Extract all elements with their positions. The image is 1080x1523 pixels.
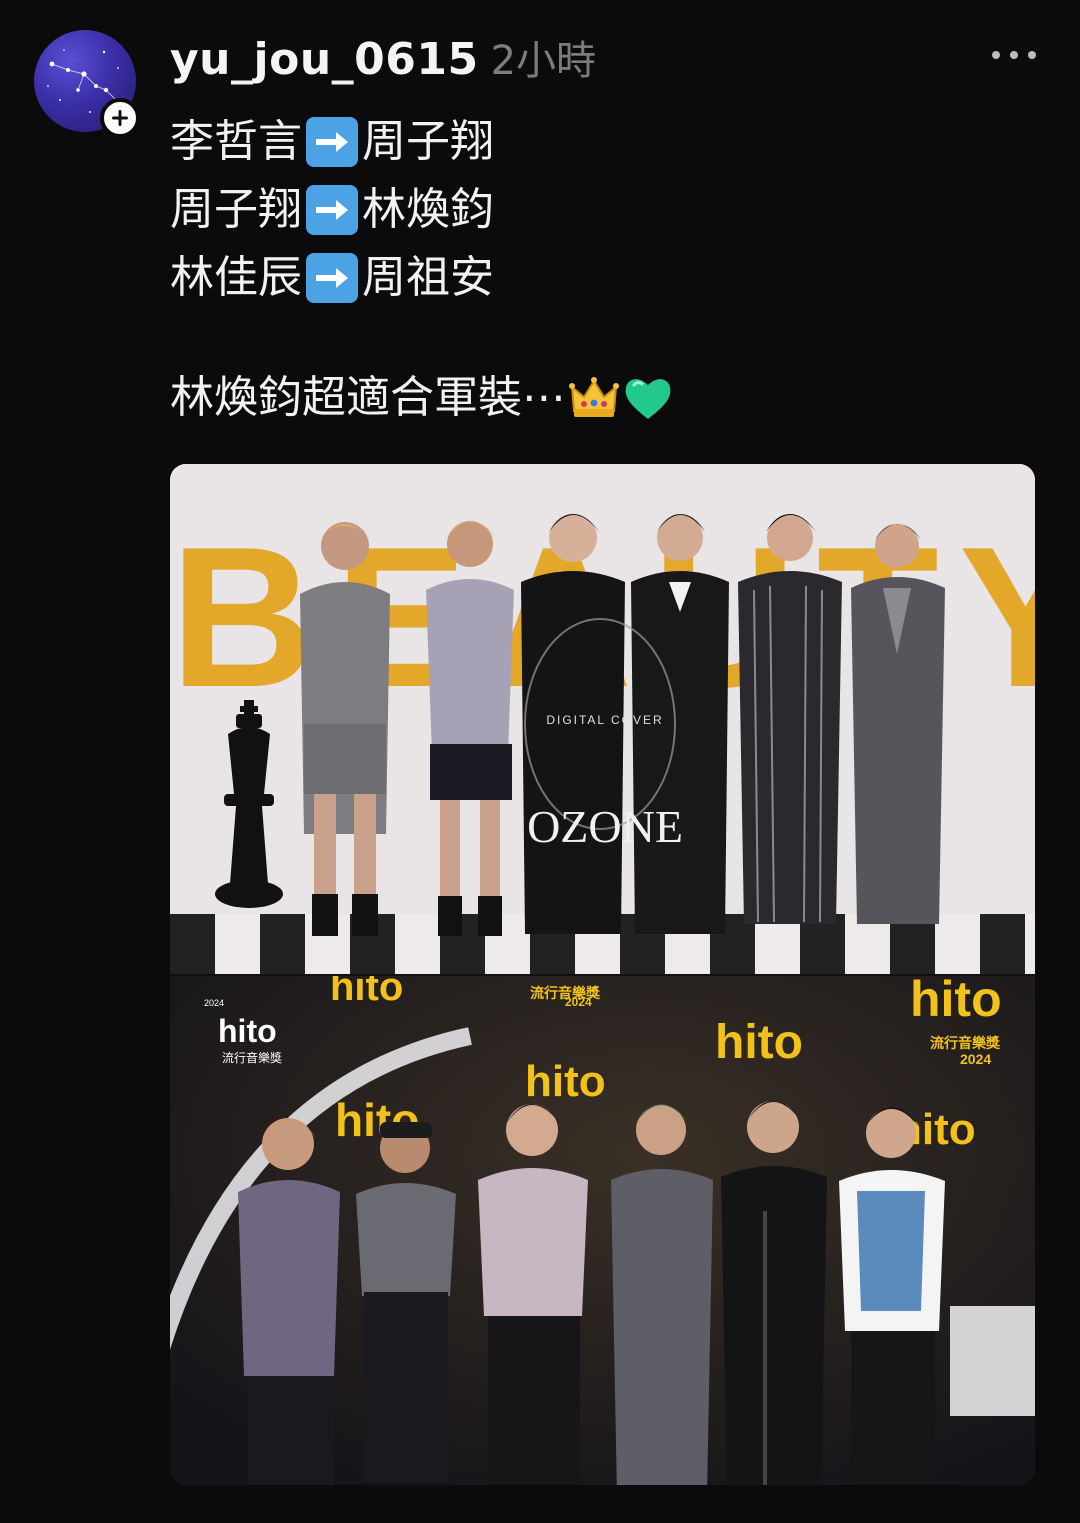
threads-post: yu_jou_0615 2小時 李哲言 周子翔 周子翔 林煥鈞 林佳辰 周祖安 … bbox=[0, 0, 1080, 1523]
post-timestamp: 2小時 bbox=[490, 38, 597, 84]
rename-line: 周子翔 林煥鈞 bbox=[170, 176, 674, 244]
dot-icon bbox=[1028, 51, 1036, 59]
post-text: 李哲言 周子翔 周子翔 林煥鈞 林佳辰 周祖安 林煥鈞超適合軍裝⋯ bbox=[170, 108, 674, 432]
follow-button[interactable] bbox=[100, 98, 140, 138]
rename-line: 李哲言 周子翔 bbox=[170, 108, 674, 176]
name-after: 周子翔 bbox=[362, 116, 494, 167]
svg-text:hito: hito bbox=[715, 1016, 803, 1069]
caption-text: 林煥鈞超適合軍裝⋯ bbox=[170, 372, 566, 423]
svg-text:流行音樂獎: 流行音樂獎 bbox=[222, 1050, 282, 1065]
dot-icon bbox=[992, 51, 1000, 59]
right-arrow-icon bbox=[306, 253, 358, 303]
svg-text:流行音樂獎: 流行音樂獎 bbox=[930, 1035, 1001, 1051]
magazine-cover-photo[interactable]: BEAUTY bbox=[170, 464, 1035, 974]
svg-text:hito: hito bbox=[910, 976, 1002, 1027]
svg-text:2024: 2024 bbox=[960, 1051, 991, 1067]
post-image-gallery[interactable]: BEAUTY bbox=[170, 464, 1035, 1485]
svg-text:2024: 2024 bbox=[565, 995, 592, 1009]
rename-line: 林佳辰 周祖安 bbox=[170, 244, 674, 312]
green-heart-emoji bbox=[622, 373, 674, 423]
name-before: 周子翔 bbox=[170, 184, 302, 235]
post-header: yu_jou_0615 2小時 bbox=[170, 28, 596, 90]
cover-label: DIGITAL COVER bbox=[546, 713, 663, 727]
name-before: 李哲言 bbox=[170, 116, 302, 167]
caption-line: 林煥鈞超適合軍裝⋯ bbox=[170, 364, 674, 432]
svg-text:hito: hito bbox=[218, 1013, 277, 1049]
award-stage-photo[interactable]: hito hito hito hito hito hito 流行音樂獎 流行音樂… bbox=[170, 976, 1035, 1485]
more-options-button[interactable] bbox=[992, 48, 1036, 62]
svg-text:hito: hito bbox=[525, 1057, 606, 1106]
svg-text:hito: hito bbox=[330, 976, 403, 1009]
crown-emoji bbox=[568, 373, 620, 423]
name-after: 周祖安 bbox=[362, 252, 494, 303]
username[interactable]: yu_jou_0615 bbox=[170, 34, 479, 85]
svg-text:2024: 2024 bbox=[204, 998, 224, 1008]
right-arrow-icon bbox=[306, 117, 358, 167]
right-arrow-icon bbox=[306, 185, 358, 235]
dot-icon bbox=[1010, 51, 1018, 59]
name-after: 林煥鈞 bbox=[362, 184, 494, 235]
magazine-title: OZONE bbox=[527, 801, 683, 852]
name-before: 林佳辰 bbox=[170, 252, 302, 303]
plus-icon bbox=[112, 110, 128, 126]
